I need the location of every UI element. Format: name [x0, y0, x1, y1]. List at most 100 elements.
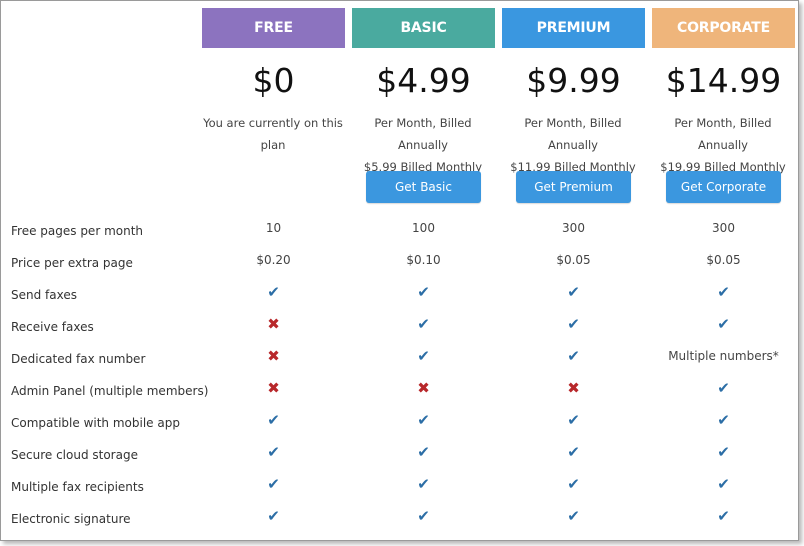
- feature-cell-premium: ✔: [502, 436, 645, 468]
- feature-label: Compatible with mobile app: [11, 416, 180, 430]
- feature-cell-free: ✖: [202, 308, 345, 340]
- check-icon: ✔: [567, 283, 580, 301]
- plan-subtext-line2: plan: [260, 138, 286, 152]
- feature-label: Free pages per month: [11, 224, 144, 238]
- feature-cell-basic: ✔: [352, 276, 495, 308]
- feature-cell-free: ✖: [202, 340, 345, 372]
- check-icon: ✔: [567, 475, 580, 493]
- check-icon: ✔: [717, 475, 730, 493]
- get-basic-button[interactable]: Get Basic: [366, 171, 481, 203]
- check-icon: ✔: [717, 443, 730, 461]
- check-icon: ✔: [267, 443, 280, 461]
- feature-cell-basic: ✔: [352, 468, 495, 500]
- cross-icon: ✖: [267, 379, 280, 397]
- feature-cell-corporate: ✔: [652, 372, 795, 404]
- feature-cell-premium: ✔: [502, 468, 645, 500]
- plan-header-basic: BASIC: [352, 8, 495, 48]
- check-icon: ✔: [567, 347, 580, 365]
- feature-label: Electronic signature: [11, 512, 131, 526]
- feature-value-premium: 300: [562, 221, 585, 235]
- plan-price-basic: $4.99: [376, 61, 471, 100]
- feature-label: Multiple fax recipients: [11, 480, 144, 494]
- plan-subtext-free: You are currently on this plan: [198, 112, 348, 156]
- pricing-table: FREE BASIC PREMIUM CORPORATE $0 $4.99 $9…: [0, 0, 799, 541]
- plan-subtext-line1: Per Month, Billed Annually: [674, 116, 772, 152]
- feature-label: Dedicated fax number: [11, 352, 146, 366]
- check-icon: ✔: [417, 475, 430, 493]
- plan-price-premium: $9.99: [526, 61, 621, 100]
- get-corporate-button[interactable]: Get Corporate: [666, 171, 781, 203]
- plan-header-free: FREE: [202, 8, 345, 48]
- check-icon: ✔: [567, 315, 580, 333]
- check-icon: ✔: [417, 347, 430, 365]
- check-icon: ✔: [417, 443, 430, 461]
- feature-cell-corporate: ✔: [652, 308, 795, 340]
- feature-cell-corporate: ✔: [652, 276, 795, 308]
- feature-label: Price per extra page: [11, 256, 133, 270]
- feature-cell-free: ✔: [202, 436, 345, 468]
- check-icon: ✔: [567, 411, 580, 429]
- check-icon: ✔: [567, 507, 580, 525]
- feature-label: Secure cloud storage: [11, 448, 138, 462]
- feature-cell-corporate: ✔: [652, 436, 795, 468]
- plan-header-corporate: CORPORATE: [652, 8, 795, 48]
- feature-cell-premium: ✔: [502, 308, 645, 340]
- feature-cell-basic: ✔: [352, 308, 495, 340]
- check-icon: ✔: [267, 475, 280, 493]
- cross-icon: ✖: [417, 379, 430, 397]
- feature-label: Send faxes: [11, 288, 77, 302]
- feature-cell-free: ✔: [202, 404, 345, 436]
- feature-cell-premium: ✔: [502, 500, 645, 532]
- plan-subtext-premium: Per Month, Billed Annually $11.99 Billed…: [498, 112, 648, 178]
- check-icon: ✔: [417, 315, 430, 333]
- cross-icon: ✖: [567, 379, 580, 397]
- feature-value-free: 10: [265, 221, 282, 235]
- plan-subtext-line1: Per Month, Billed Annually: [524, 116, 622, 152]
- cross-icon: ✖: [267, 347, 280, 365]
- feature-value-corporate: Multiple numbers*: [668, 349, 779, 363]
- feature-cell-corporate: ✔: [652, 500, 795, 532]
- check-icon: ✔: [717, 507, 730, 525]
- feature-value-free: $0.20: [256, 253, 291, 267]
- feature-value-premium: $0.05: [556, 253, 591, 267]
- feature-cell-free: ✔: [202, 276, 345, 308]
- feature-value-corporate: $0.05: [706, 253, 741, 267]
- feature-cell-free: ✔: [202, 500, 345, 532]
- check-icon: ✔: [717, 411, 730, 429]
- plan-header-premium: PREMIUM: [502, 8, 645, 48]
- feature-cell-basic: ✔: [352, 340, 495, 372]
- feature-cell-basic: ✔: [352, 404, 495, 436]
- feature-cell-free: ✖: [202, 372, 345, 404]
- plan-price-corporate: $14.99: [665, 61, 782, 100]
- feature-cell-premium: ✖: [502, 372, 645, 404]
- check-icon: ✔: [717, 283, 730, 301]
- feature-value-basic: 100: [412, 221, 435, 235]
- feature-cell-basic: ✔: [352, 500, 495, 532]
- feature-cell-basic: ✔: [352, 436, 495, 468]
- feature-cell-premium: ✔: [502, 404, 645, 436]
- plan-price-free: $0: [252, 61, 295, 100]
- feature-label: Receive faxes: [11, 320, 94, 334]
- feature-cell-free: ✔: [202, 468, 345, 500]
- feature-value-corporate: 300: [712, 221, 735, 235]
- plan-subtext-corporate: Per Month, Billed Annually $19.99 Billed…: [648, 112, 798, 178]
- feature-cell-premium: ✔: [502, 276, 645, 308]
- feature-cell-premium: ✔: [502, 340, 645, 372]
- check-icon: ✔: [267, 507, 280, 525]
- cross-icon: ✖: [267, 315, 280, 333]
- feature-cell-corporate: ✔: [652, 468, 795, 500]
- check-icon: ✔: [717, 315, 730, 333]
- check-icon: ✔: [417, 283, 430, 301]
- plan-subtext-basic: Per Month, Billed Annually $5.99 Billed …: [348, 112, 498, 178]
- get-premium-button[interactable]: Get Premium: [516, 171, 631, 203]
- plan-subtext-line1: You are currently on this: [203, 116, 343, 130]
- feature-value-basic: $0.10: [406, 253, 441, 267]
- plan-subtext-line1: Per Month, Billed Annually: [374, 116, 472, 152]
- check-icon: ✔: [267, 411, 280, 429]
- check-icon: ✔: [717, 379, 730, 397]
- check-icon: ✔: [417, 507, 430, 525]
- check-icon: ✔: [267, 283, 280, 301]
- feature-cell-corporate: ✔: [652, 404, 795, 436]
- feature-label: Admin Panel (multiple members): [11, 384, 209, 398]
- check-icon: ✔: [417, 411, 430, 429]
